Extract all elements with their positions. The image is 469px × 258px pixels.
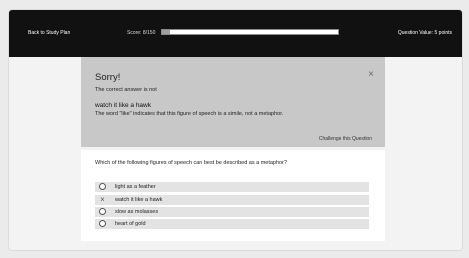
- feedback-selected-answer: watch it like a hawk: [95, 102, 151, 109]
- question-text: Which of the following figures of speech…: [95, 160, 288, 166]
- radio-icon[interactable]: [99, 183, 106, 190]
- answer-option-incorrect[interactable]: × watch it like a hawk: [95, 195, 369, 205]
- answer-option[interactable]: light as a feather: [95, 182, 369, 192]
- answer-option-label: heart of gold: [115, 221, 146, 227]
- radio-icon[interactable]: [99, 208, 106, 215]
- feedback-title: Sorry!: [95, 72, 121, 83]
- score-progress-fill: [162, 30, 170, 34]
- top-bar: Back to Study Plan Score: 8/150 Question…: [9, 10, 462, 57]
- incorrect-x-icon: ×: [100, 195, 105, 204]
- answer-option-label: watch it like a hawk: [115, 197, 163, 203]
- score-label: Score: 8/150: [127, 30, 156, 36]
- answer-option[interactable]: slow as molasses: [95, 207, 369, 217]
- score-progress-bar: [161, 29, 339, 35]
- feedback-explanation: The word "like" indicates that this figu…: [95, 111, 284, 117]
- back-to-study-plan-link[interactable]: Back to Study Plan: [28, 30, 70, 36]
- challenge-question-link[interactable]: Challenge this Question: [319, 136, 372, 142]
- radio-icon[interactable]: [99, 220, 106, 227]
- question-value: Question Value: 5 points: [397, 30, 452, 36]
- answer-option-label: slow as molasses: [115, 209, 159, 215]
- question-card: Which of the following figures of speech…: [81, 150, 385, 241]
- answer-option-label: light as a feather: [115, 184, 156, 190]
- feedback-intro: The correct answer is not: [95, 87, 157, 93]
- close-icon[interactable]: ×: [368, 70, 374, 80]
- answer-option[interactable]: heart of gold: [95, 219, 369, 229]
- quiz-window: Back to Study Plan Score: 8/150 Question…: [8, 9, 463, 251]
- feedback-panel: Sorry! × The correct answer is not watch…: [81, 57, 385, 147]
